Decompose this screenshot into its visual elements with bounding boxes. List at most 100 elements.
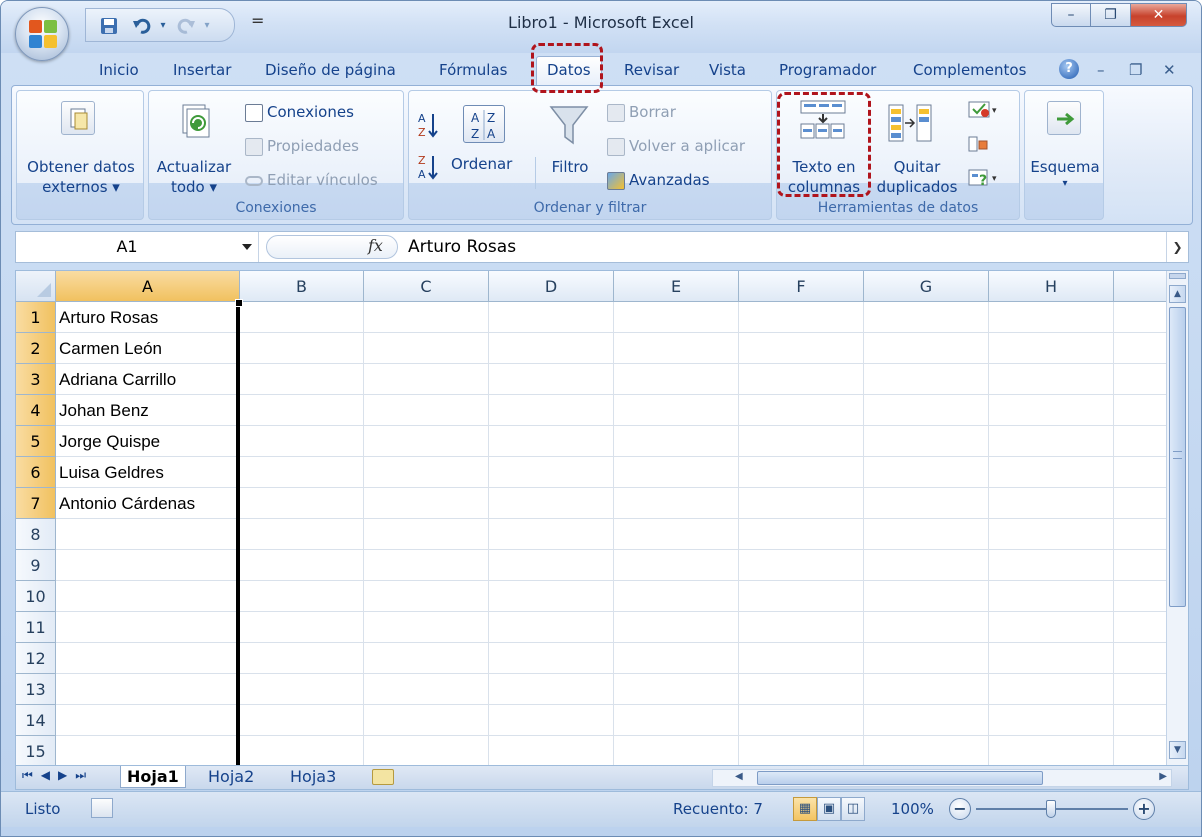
cell-a6[interactable]: Luisa Geldres <box>56 457 240 488</box>
office-button[interactable] <box>15 7 69 61</box>
scroll-left-icon[interactable]: ◀ <box>735 771 743 782</box>
cell-i9[interactable] <box>1114 550 1174 581</box>
cell-f7[interactable] <box>739 488 864 519</box>
close-button[interactable]: ✕ <box>1131 3 1187 27</box>
minimize-button[interactable]: – <box>1051 3 1091 27</box>
cell-f3[interactable] <box>739 364 864 395</box>
cell-a5[interactable]: Jorge Quispe <box>56 426 240 457</box>
cell-h2[interactable] <box>989 333 1114 364</box>
cell-g8[interactable] <box>864 519 989 550</box>
filter-button[interactable]: Filtro <box>543 157 597 177</box>
tab-revisar[interactable]: Revisar <box>624 60 679 86</box>
consolidate-button[interactable] <box>967 133 989 155</box>
column-header-a[interactable]: A <box>56 271 240 302</box>
cell-g7[interactable] <box>864 488 989 519</box>
cell-a14[interactable] <box>56 705 240 736</box>
cell-b3[interactable] <box>240 364 364 395</box>
cell-c7[interactable] <box>364 488 489 519</box>
cell-b5[interactable] <box>240 426 364 457</box>
cell-c4[interactable] <box>364 395 489 426</box>
tab-formulas[interactable]: Fórmulas <box>439 60 507 86</box>
cell-d9[interactable] <box>489 550 614 581</box>
cell-e12[interactable] <box>614 643 739 674</box>
cell-e13[interactable] <box>614 674 739 705</box>
cell-e10[interactable] <box>614 581 739 612</box>
cell-b2[interactable] <box>240 333 364 364</box>
cell-i8[interactable] <box>1114 519 1174 550</box>
cell-a2[interactable]: Carmen León <box>56 333 240 364</box>
cell-c8[interactable] <box>364 519 489 550</box>
workbook-minimize-button[interactable]: – <box>1097 61 1105 79</box>
tab-datos[interactable]: Datos <box>536 56 602 87</box>
cell-g4[interactable] <box>864 395 989 426</box>
cell-a11[interactable] <box>56 612 240 643</box>
row-header-9[interactable]: 9 <box>16 550 56 581</box>
cell-a12[interactable] <box>56 643 240 674</box>
horizontal-scrollbar[interactable]: ◀ ▶ <box>712 769 1172 787</box>
cell-i6[interactable] <box>1114 457 1174 488</box>
column-header-e[interactable]: E <box>614 271 739 302</box>
cell-h8[interactable] <box>989 519 1114 550</box>
cell-d11[interactable] <box>489 612 614 643</box>
cell-i12[interactable] <box>1114 643 1174 674</box>
cell-c12[interactable] <box>364 643 489 674</box>
cell-c15[interactable] <box>364 736 489 765</box>
page-layout-view-icon[interactable]: ▣ <box>817 797 841 821</box>
row-header-2[interactable]: 2 <box>16 333 56 364</box>
text-to-columns-button[interactable]: Texto en columnas <box>781 157 867 197</box>
cell-g5[interactable] <box>864 426 989 457</box>
row-header-4[interactable]: 4 <box>16 395 56 426</box>
cell-a7[interactable]: Antonio Cárdenas <box>56 488 240 519</box>
cell-a8[interactable] <box>56 519 240 550</box>
cell-h12[interactable] <box>989 643 1114 674</box>
cell-c13[interactable] <box>364 674 489 705</box>
cell-f4[interactable] <box>739 395 864 426</box>
row-header-6[interactable]: 6 <box>16 457 56 488</box>
expand-formula-bar-icon[interactable]: ❯ <box>1166 232 1188 262</box>
help-icon[interactable]: ? <box>1059 59 1079 79</box>
scroll-down-icon[interactable]: ▼ <box>1169 741 1186 759</box>
cell-f14[interactable] <box>739 705 864 736</box>
cell-h9[interactable] <box>989 550 1114 581</box>
cell-g1[interactable] <box>864 302 989 333</box>
column-header-partial[interactable] <box>1114 271 1174 302</box>
clear-button[interactable]: Borrar <box>607 101 676 123</box>
tab-complementos[interactable]: Complementos <box>913 60 1026 86</box>
cell-h5[interactable] <box>989 426 1114 457</box>
cell-a3[interactable]: Adriana Carrillo <box>56 364 240 395</box>
cell-i10[interactable] <box>1114 581 1174 612</box>
zoom-out-icon[interactable]: − <box>949 798 971 820</box>
scroll-up-icon[interactable]: ▲ <box>1169 285 1186 303</box>
fill-handle[interactable] <box>235 299 243 307</box>
reapply-button[interactable]: Volver a aplicar <box>607 135 745 157</box>
cell-i14[interactable] <box>1114 705 1174 736</box>
cell-e4[interactable] <box>614 395 739 426</box>
cell-a10[interactable] <box>56 581 240 612</box>
scroll-right-icon[interactable]: ▶ <box>1159 771 1167 782</box>
cell-d6[interactable] <box>489 457 614 488</box>
advanced-filter-button[interactable]: Avanzadas <box>607 169 710 191</box>
row-header-1[interactable]: 1 <box>16 302 56 333</box>
page-break-view-icon[interactable]: ◫ <box>841 797 865 821</box>
worksheet-grid[interactable]: A B C D E F G H 1 Arturo Rosas 2 Carmen Leó… <box>15 270 1189 766</box>
cell-c10[interactable] <box>364 581 489 612</box>
cell-f1[interactable] <box>739 302 864 333</box>
what-if-analysis-button[interactable]: ? ▾ <box>967 167 1001 189</box>
connections-button[interactable]: Conexiones <box>245 101 354 123</box>
cell-d13[interactable] <box>489 674 614 705</box>
restore-button[interactable]: ❐ <box>1091 3 1131 27</box>
cell-b7[interactable] <box>240 488 364 519</box>
cell-e15[interactable] <box>614 736 739 765</box>
row-header-15[interactable]: 15 <box>16 736 56 765</box>
row-header-11[interactable]: 11 <box>16 612 56 643</box>
cell-h15[interactable] <box>989 736 1114 765</box>
sheet-tab-hoja2[interactable]: Hoja2 <box>202 766 260 788</box>
cell-g3[interactable] <box>864 364 989 395</box>
cell-c6[interactable] <box>364 457 489 488</box>
tab-inicio[interactable]: Inicio <box>99 60 139 86</box>
cell-i5[interactable] <box>1114 426 1174 457</box>
zoom-level[interactable]: 100% <box>891 800 934 818</box>
cell-e1[interactable] <box>614 302 739 333</box>
row-header-3[interactable]: 3 <box>16 364 56 395</box>
cell-b15[interactable] <box>240 736 364 765</box>
